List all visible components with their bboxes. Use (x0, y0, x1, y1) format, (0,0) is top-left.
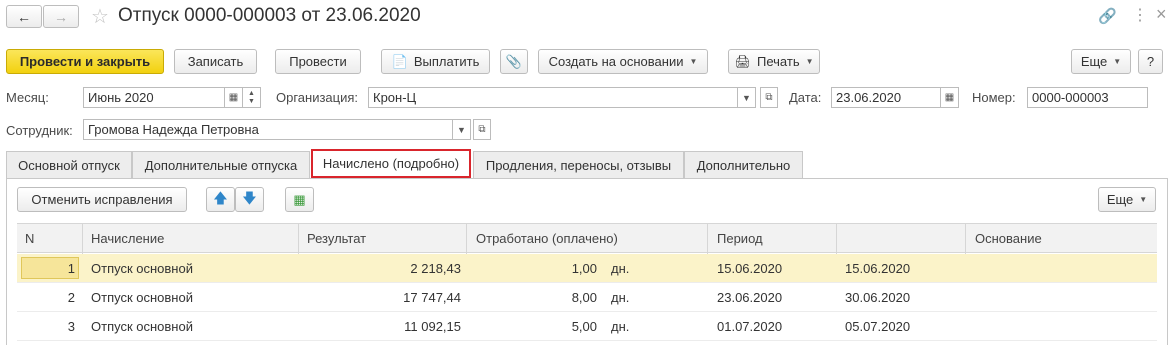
create-based-button[interactable]: Создать на основании ▼ (538, 49, 708, 74)
chevron-down-icon: ▼ (1139, 195, 1148, 204)
employee-open-button[interactable]: ⧉ (473, 119, 491, 140)
row-accrual: Отпуск основной (91, 261, 193, 276)
table-row[interactable]: 2 Отпуск основной 17 747,44 8,00 дн. 23.… (17, 283, 1157, 312)
employee-field[interactable]: Громова Надежда Петровна (83, 119, 453, 140)
row-period-end: 15.06.2020 (845, 261, 911, 276)
column-header-period[interactable]: Период (717, 231, 763, 246)
printer-icon: 🖨 (734, 53, 751, 69)
table-add-icon: ▦ (293, 191, 306, 207)
row-number: 2 (67, 290, 75, 305)
row-unit: дн. (611, 319, 630, 334)
row-result: 2 218,43 (410, 261, 461, 276)
row-period-end: 30.06.2020 (845, 290, 911, 305)
calendar-icon: ▦ (944, 92, 955, 103)
add-from-table-button[interactable]: ▦ (285, 187, 314, 212)
tab-main-leave[interactable]: Основной отпуск (6, 151, 132, 179)
table-more-label: Еще (1106, 192, 1134, 207)
post-button[interactable]: Провести (275, 49, 361, 74)
calendar-button[interactable]: ▦ (225, 87, 243, 108)
back-button[interactable]: ← (6, 5, 42, 28)
row-worked: 8,00 (571, 290, 597, 305)
chevron-down-icon: ▼ (457, 124, 466, 135)
month-field[interactable]: Июнь 2020 (83, 87, 225, 108)
print-button[interactable]: 🖨 Печать ▼ (728, 49, 820, 74)
table-row[interactable]: 3 Отпуск основной 11 092,15 5,00 дн. 01.… (17, 312, 1157, 341)
forward-button[interactable]: → (43, 5, 79, 28)
close-icon[interactable]: × (1156, 4, 1167, 25)
chevron-down-icon: ▼ (1113, 57, 1122, 66)
organization-open-button[interactable]: ⧉ (760, 87, 778, 108)
document-icon: 📄 (391, 53, 408, 69)
pay-button[interactable]: 📄 Выплатить (381, 49, 490, 74)
page-title: Отпуск 0000-000003 от 23.06.2020 (118, 5, 421, 26)
column-header-basis[interactable]: Основание (975, 231, 1042, 246)
arrow-left-icon: ← (17, 8, 31, 25)
date-label: Дата: (789, 90, 822, 105)
row-result: 17 747,44 (403, 290, 461, 305)
row-period-end: 05.07.2020 (845, 319, 911, 334)
column-header-accrual[interactable]: Начисление (91, 231, 164, 246)
more-label: Еще (1080, 54, 1108, 69)
month-label: Месяц: (6, 90, 49, 105)
create-based-label: Создать на основании (548, 54, 684, 69)
date-calendar-button[interactable]: ▦ (941, 87, 959, 108)
table-row[interactable]: 1 Отпуск основной 2 218,43 1,00 дн. 15.0… (17, 254, 1157, 283)
tab-accrued-detailed[interactable]: Начислено (подробно) (311, 149, 471, 178)
column-header-n[interactable]: N (25, 231, 34, 246)
move-up-button[interactable]: 🡅 (206, 187, 235, 212)
more-button[interactable]: Еще ▼ (1071, 49, 1131, 74)
table-header: N Начисление Результат Отработано (оплач… (17, 223, 1157, 254)
stepper-down-icon: ▼ (248, 97, 255, 105)
link-icon[interactable]: 🔗 (1098, 7, 1117, 25)
employee-label: Сотрудник: (6, 123, 73, 138)
row-period-start: 23.06.2020 (717, 290, 783, 305)
date-field[interactable]: 23.06.2020 (831, 87, 941, 108)
employee-dropdown[interactable]: ▼ (453, 119, 471, 140)
row-accrual: Отпуск основной (91, 290, 193, 305)
move-down-button[interactable]: 🡇 (235, 187, 264, 212)
attach-button[interactable]: 📎 (500, 49, 528, 74)
arrow-right-icon: → (54, 8, 68, 25)
post-and-close-button[interactable]: Провести и закрыть (6, 49, 164, 74)
chevron-down-icon: ▼ (689, 57, 698, 66)
row-number: 3 (67, 319, 75, 334)
favorite-star-icon[interactable]: ☆ (91, 4, 109, 29)
cancel-corrections-button[interactable]: Отменить исправления (17, 187, 187, 212)
row-unit: дн. (611, 290, 630, 305)
row-period-start: 15.06.2020 (717, 261, 783, 276)
menu-dots-icon[interactable]: ⋮ (1132, 5, 1148, 25)
row-unit: дн. (611, 261, 630, 276)
paperclip-icon: 📎 (505, 53, 523, 69)
row-worked: 1,00 (571, 261, 597, 276)
calendar-icon: ▦ (228, 92, 239, 103)
arrow-up-icon: 🡅 (213, 189, 228, 206)
column-header-worked[interactable]: Отработано (оплачено) (476, 231, 618, 246)
chevron-down-icon: ▼ (742, 92, 751, 103)
table-more-button[interactable]: Еще ▼ (1098, 187, 1156, 212)
tab-additional-leave[interactable]: Дополнительные отпуска (132, 151, 310, 179)
organization-dropdown[interactable]: ▼ (738, 87, 756, 108)
column-header-result[interactable]: Результат (307, 231, 366, 246)
month-stepper[interactable]: ▲ ▼ (243, 87, 261, 108)
pay-button-label: Выплатить (413, 54, 480, 69)
tab-extensions[interactable]: Продления, переносы, отзывы (473, 151, 684, 179)
organization-field[interactable]: Крон-Ц (368, 87, 738, 108)
stepper-up-icon: ▲ (248, 89, 255, 97)
row-worked: 5,00 (571, 319, 597, 334)
open-icon: ⧉ (765, 92, 773, 103)
row-period-start: 01.07.2020 (717, 319, 783, 334)
save-button[interactable]: Записать (174, 49, 257, 74)
tab-additional[interactable]: Дополнительно (684, 151, 803, 179)
open-icon: ⧉ (478, 124, 486, 135)
row-accrual: Отпуск основной (91, 319, 193, 334)
number-field[interactable]: 0000-000003 (1027, 87, 1148, 108)
organization-label: Организация: (276, 90, 359, 105)
row-result: 11 092,15 (404, 319, 461, 334)
arrow-down-icon: 🡇 (242, 189, 257, 206)
number-label: Номер: (972, 90, 1016, 105)
print-label: Печать (757, 54, 800, 69)
row-number: 1 (67, 261, 75, 276)
help-button[interactable]: ? (1138, 49, 1163, 74)
chevron-down-icon: ▼ (805, 57, 814, 66)
